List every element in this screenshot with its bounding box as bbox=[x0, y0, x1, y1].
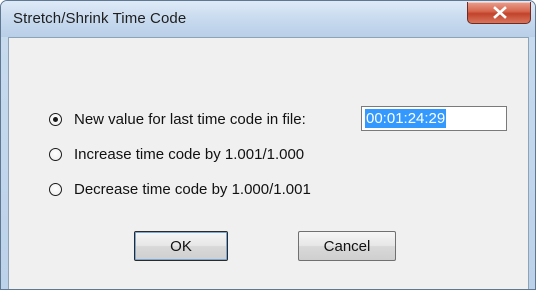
option-new-value[interactable]: New value for last time code in file: bbox=[49, 109, 306, 129]
option-increase-label[interactable]: Increase time code by 1.001/1.000 bbox=[74, 146, 304, 163]
title-bar[interactable]: Stretch/Shrink Time Code bbox=[1, 1, 535, 37]
timecode-input[interactable]: 00:01:24:29 bbox=[361, 106, 507, 131]
dialog-title: Stretch/Shrink Time Code bbox=[13, 10, 187, 27]
option-decrease-label[interactable]: Decrease time code by 1.000/1.001 bbox=[74, 181, 311, 198]
ok-button[interactable]: OK bbox=[134, 231, 228, 261]
option-new-value-label[interactable]: New value for last time code in file: bbox=[74, 111, 306, 128]
close-x-icon bbox=[493, 6, 507, 19]
dialog-window: Stretch/Shrink Time Code New value for l… bbox=[0, 0, 536, 290]
radio-increase[interactable] bbox=[49, 147, 62, 161]
radio-decrease[interactable] bbox=[49, 182, 62, 196]
radio-new-value[interactable] bbox=[49, 112, 62, 126]
option-increase[interactable]: Increase time code by 1.001/1.000 bbox=[49, 144, 304, 164]
close-button[interactable] bbox=[467, 2, 531, 24]
dialog-body: New value for last time code in file: 00… bbox=[8, 37, 529, 289]
timecode-value[interactable]: 00:01:24:29 bbox=[365, 109, 447, 128]
option-decrease[interactable]: Decrease time code by 1.000/1.001 bbox=[49, 179, 311, 199]
cancel-button[interactable]: Cancel bbox=[298, 231, 396, 261]
